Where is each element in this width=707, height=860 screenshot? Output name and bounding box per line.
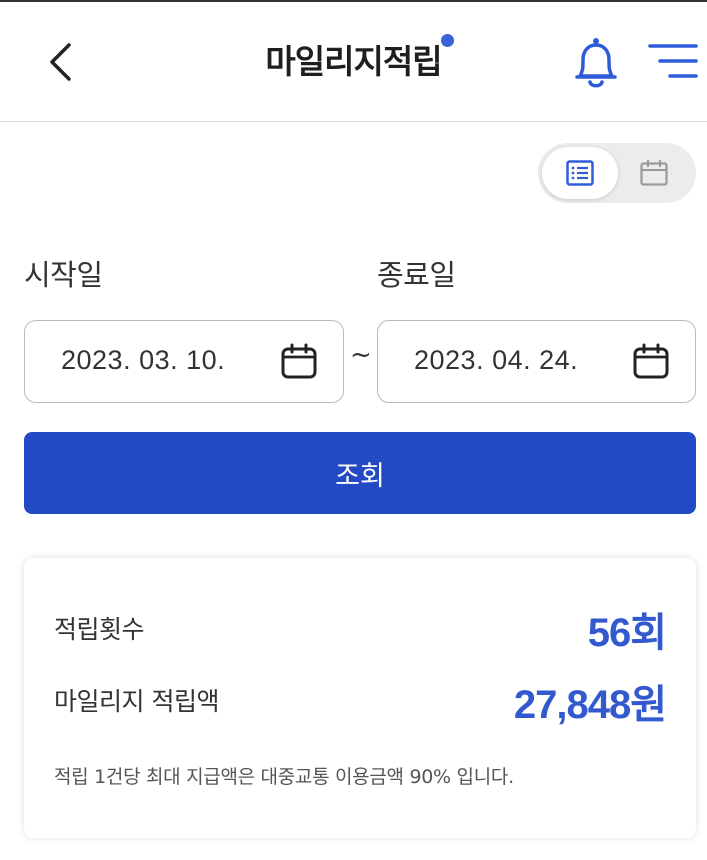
menu-button[interactable] <box>648 42 698 84</box>
calendar-icon[interactable] <box>281 343 317 379</box>
amount-label: 마일리지 적립액 <box>54 687 219 716</box>
calendar-icon[interactable] <box>633 343 669 379</box>
notification-dot <box>440 34 454 47</box>
amount-value: 27,848원 <box>513 683 667 727</box>
list-view-option[interactable] <box>542 147 618 199</box>
end-date-value: 2023. 04. 24. <box>414 345 579 375</box>
summary-card: 적립횟수 56회 마일리지 적립액 27,848원 적립 1건당 최대 지급액은… <box>24 558 696 838</box>
count-label: 적립횟수 <box>54 615 145 644</box>
summary-note: 적립 1건당 최대 지급액은 대중교통 이용금액 90% 입니다. <box>54 766 514 788</box>
count-value: 56회 <box>587 611 667 655</box>
page-title: 마일리지적립 <box>265 34 454 86</box>
list-icon <box>566 160 594 186</box>
start-date-field[interactable]: 2023. 03. 10. <box>24 320 344 403</box>
notification-button[interactable] <box>572 36 620 90</box>
bell-icon <box>575 38 617 88</box>
menu-icon <box>648 44 698 78</box>
calendar-view-option[interactable] <box>616 147 692 199</box>
end-date-label: 종료일 <box>377 258 456 292</box>
start-date-label: 시작일 <box>24 258 103 292</box>
calendar-icon <box>640 160 668 186</box>
date-range-separator: ~ <box>350 340 372 370</box>
page-title-text: 마일리지적립 <box>265 42 442 81</box>
view-toggle <box>538 143 696 203</box>
start-date-value: 2023. 03. 10. <box>61 345 226 375</box>
app-header: 마일리지적립 <box>0 2 707 122</box>
search-button[interactable]: 조회 <box>24 432 696 514</box>
end-date-field[interactable]: 2023. 04. 24. <box>377 320 696 403</box>
